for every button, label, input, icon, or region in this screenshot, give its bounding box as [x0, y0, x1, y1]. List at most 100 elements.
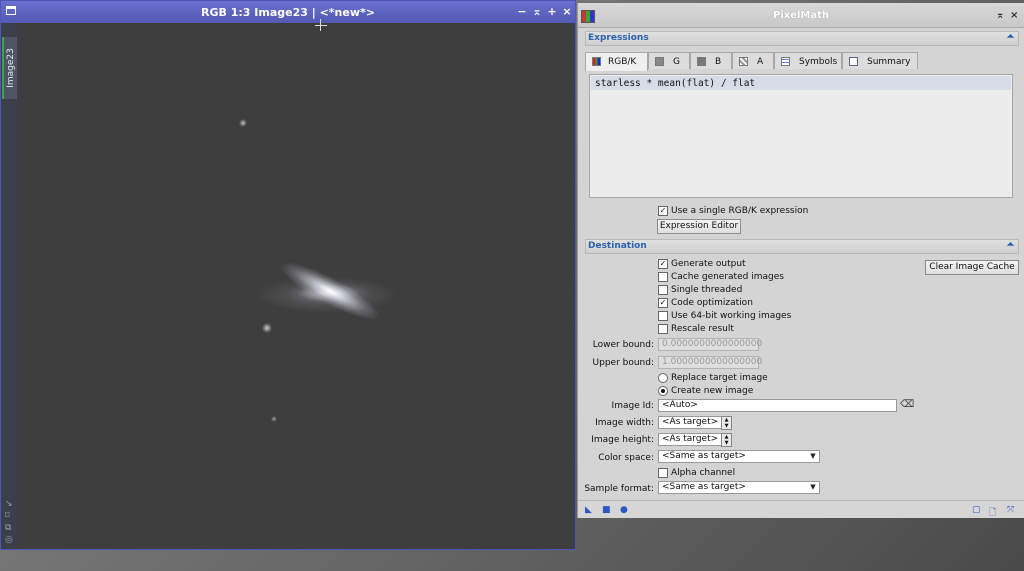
image-id-field[interactable]: <Auto> [658, 399, 897, 412]
code-optimization-checkbox[interactable]: ✓ [658, 298, 668, 308]
tab-b-label: B [715, 57, 722, 67]
expression-tabs: RGB/K G B A Symbols Summary [585, 52, 1017, 71]
image-height-stepper[interactable]: ▲ ▼ [721, 433, 732, 447]
collapse-icon[interactable]: ⏶ [1007, 32, 1014, 42]
table-icon [781, 57, 790, 66]
expression-editor-area[interactable]: starless * mean(flat) / flat [589, 74, 1013, 198]
tab-rgbk-label: RGB/K [608, 57, 637, 67]
tab-g-label: G [673, 57, 680, 67]
pixelmath-titlebar[interactable]: PixelMath ⌅ × [578, 3, 1024, 28]
galaxy-image [275, 253, 385, 329]
clone-icon[interactable]: ⧉ [5, 523, 11, 533]
single-threaded-label: Single threaded [671, 285, 743, 295]
shade-button[interactable]: ⌅ [996, 10, 1004, 21]
generate-output-label: Generate output [671, 259, 746, 269]
pixelmath-title: PixelMath [772, 10, 829, 21]
image-window[interactable]: RGB 1:3 Image23 | <*new*> − ⌅ + × Image2… [0, 0, 576, 550]
pixelmath-window[interactable]: PixelMath ⌅ × Expressions ⏶ RGB/K G B A … [577, 3, 1024, 518]
gray-channel-icon [697, 57, 706, 66]
chevron-down-icon: ▼ [810, 452, 816, 460]
code-optimization-label: Code optimization [671, 298, 753, 308]
settings-icon[interactable]: ◎ [5, 535, 13, 545]
color-space-label: Color space: [598, 453, 654, 463]
tab-g[interactable]: G [648, 52, 690, 69]
browse-documentation-icon[interactable]: ▢ [972, 505, 981, 515]
cache-images-checkbox[interactable] [658, 272, 668, 282]
image-side-panel: Image23 ↘ ⌑ ⧉ ◎ [1, 23, 18, 549]
sample-format-select[interactable]: <Same as target> ▼ [658, 481, 820, 494]
image-width-label: Image width: [595, 418, 654, 428]
image-height-field[interactable]: <As target> [658, 433, 722, 446]
alpha-channel-icon [739, 57, 748, 66]
close-button[interactable]: × [1010, 10, 1018, 21]
crosshair-cursor-icon [315, 25, 327, 26]
single-expression-checkbox[interactable]: ✓ [658, 206, 668, 216]
new-instance-icon[interactable]: ◣ [585, 505, 592, 515]
create-new-radio[interactable] [658, 386, 668, 396]
arrow-icon[interactable]: ↘ [5, 499, 13, 509]
document-icon [849, 57, 858, 66]
cache-images-label: Cache generated images [671, 272, 784, 282]
rgb-channel-icon [592, 57, 601, 66]
crosshair-cursor-icon [320, 19, 321, 31]
image-view-tab[interactable]: Image23 [2, 37, 18, 99]
chevron-down-icon: ▼ [810, 483, 816, 491]
single-expression-label: Use a single RGB/K expression [671, 206, 809, 216]
sample-format-label: Sample format: [584, 484, 654, 494]
tab-a[interactable]: A [732, 52, 774, 69]
alpha-channel-checkbox[interactable] [658, 468, 668, 478]
image-canvas[interactable] [17, 23, 575, 549]
rescale-result-checkbox[interactable] [658, 324, 668, 334]
tab-b[interactable]: B [690, 52, 732, 69]
alpha-channel-label: Alpha channel [671, 468, 736, 478]
collapse-icon[interactable]: ⏶ [1007, 240, 1014, 250]
tab-symbols[interactable]: Symbols [774, 52, 842, 69]
image-width-field[interactable]: <As target> [658, 416, 722, 429]
sample-format-value: <Same as target> [662, 482, 746, 492]
lower-bound-field[interactable]: 0.0000000000000000 [658, 338, 762, 351]
tab-summary[interactable]: Summary [842, 52, 918, 69]
apply-icon[interactable]: ■ [602, 505, 611, 515]
lower-bound-label: Lower bound: [592, 340, 654, 350]
shade-button[interactable]: ⌅ [531, 5, 543, 18]
tab-symbols-label: Symbols [799, 57, 838, 67]
image-window-titlebar[interactable]: RGB 1:3 Image23 | <*new*> − ⌅ + × [1, 1, 575, 23]
create-new-label: Create new image [671, 386, 754, 396]
replace-target-label: Replace target image [671, 373, 768, 383]
close-button[interactable]: × [561, 5, 573, 18]
expression-text[interactable]: starless * mean(flat) / flat [591, 76, 1011, 90]
upper-bound-field[interactable]: 1.0000000000000000 [658, 356, 762, 369]
tab-summary-label: Summary [867, 57, 911, 67]
destination-section-title: Destination [588, 241, 647, 251]
fit-icon[interactable]: ⌑ [5, 511, 10, 521]
color-space-select[interactable]: <Same as target> ▼ [658, 450, 820, 463]
expressions-section-title: Expressions [588, 33, 649, 43]
image-width-stepper[interactable]: ▲ ▼ [721, 416, 732, 430]
upper-bound-label: Upper bound: [592, 358, 654, 368]
generate-output-checkbox[interactable]: ✓ [658, 259, 668, 269]
apply-global-icon[interactable]: ● [620, 505, 628, 515]
use-64bit-checkbox[interactable] [658, 311, 668, 321]
image-window-title: RGB 1:3 Image23 | <*new*> [201, 6, 375, 19]
tab-rgbk[interactable]: RGB/K [585, 52, 648, 71]
clear-field-icon[interactable]: ⌫ [900, 399, 914, 410]
tab-a-label: A [757, 57, 764, 67]
rescale-result-label: Rescale result [671, 324, 734, 334]
image-height-label: Image height: [591, 435, 654, 445]
destination-section-header[interactable]: Destination ⏶ [585, 239, 1019, 254]
color-space-value: <Same as target> [662, 451, 746, 461]
track-view-icon[interactable]: 🗋 [989, 505, 996, 521]
maximize-button[interactable]: + [546, 5, 558, 18]
image-view-tab-label: Image23 [6, 48, 16, 88]
process-control-bar: ◣ ■ ● ▢ 🗋 ⤧ [578, 500, 1024, 518]
expressions-section-header[interactable]: Expressions ⏶ [585, 31, 1019, 46]
gray-channel-icon [655, 57, 664, 66]
use-64bit-label: Use 64-bit working images [671, 311, 792, 321]
clear-image-cache-button[interactable]: Clear Image Cache [925, 260, 1019, 275]
replace-target-radio[interactable] [658, 373, 668, 383]
image-id-label: Image Id: [611, 401, 654, 411]
reset-icon[interactable]: ⤧ [1007, 505, 1014, 515]
minimize-button[interactable]: − [516, 5, 528, 18]
single-threaded-checkbox[interactable] [658, 285, 668, 295]
expression-editor-button[interactable]: Expression Editor [657, 219, 741, 234]
